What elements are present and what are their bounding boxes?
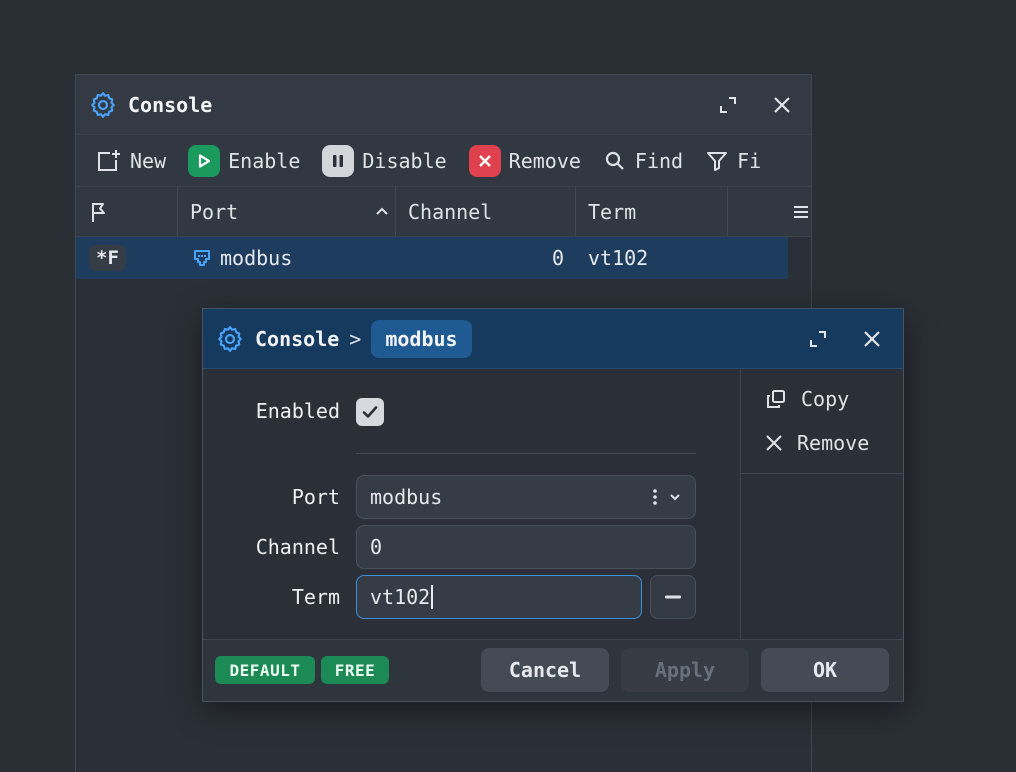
expand-icon — [718, 95, 738, 115]
column-menu-button[interactable] — [728, 187, 811, 236]
table-row[interactable]: *F modbus 0 vt102 — [76, 237, 788, 279]
tag-default: DEFAULT — [215, 656, 315, 684]
term-label: Term — [291, 585, 340, 609]
port-icon — [192, 248, 212, 268]
hamburger-icon — [793, 204, 809, 220]
close-icon — [765, 434, 783, 452]
term-remove-button[interactable] — [650, 575, 696, 619]
enabled-label: Enabled — [255, 399, 340, 423]
play-icon — [188, 144, 221, 177]
term-input-value: vt102 — [370, 585, 431, 609]
side-divider — [741, 473, 903, 474]
form-divider — [356, 453, 696, 454]
column-port-label: Port — [190, 199, 239, 224]
flag-icon — [89, 200, 111, 224]
dialog-close-button[interactable] — [857, 324, 887, 354]
pause-icon — [322, 144, 355, 177]
new-label: New — [130, 148, 167, 173]
find-label: Find — [634, 148, 684, 173]
column-port[interactable]: Port — [178, 187, 396, 236]
column-channel[interactable]: Channel — [396, 187, 576, 236]
copy-icon — [765, 388, 787, 410]
dialog-footer: DEFAULT FREE Cancel Apply OK — [203, 639, 903, 701]
remove-button[interactable]: Remove — [468, 144, 581, 177]
port-select[interactable]: modbus — [356, 475, 696, 519]
breadcrumb-current: modbus — [371, 319, 472, 358]
flag-badge: *F — [89, 245, 126, 271]
row-term-cell: vt102 — [588, 246, 649, 270]
text-caret — [431, 585, 434, 609]
expand-icon — [808, 329, 828, 349]
copy-button[interactable]: Copy — [741, 377, 903, 421]
new-button[interactable]: New — [96, 148, 166, 174]
chevron-down-icon[interactable] — [668, 492, 682, 502]
close-icon — [863, 330, 881, 348]
row-port-cell: modbus — [178, 237, 396, 279]
filter-button[interactable]: Fi — [705, 149, 761, 173]
channel-label: Channel — [255, 535, 340, 559]
column-channel-label: Channel — [408, 199, 493, 224]
console-titlebar: Console — [76, 75, 811, 135]
row-port-value: modbus — [220, 246, 293, 270]
console-toolbar: New Enable Disable Remove Find Fi — [76, 135, 811, 187]
dialog-maximize-button[interactable] — [803, 324, 833, 354]
disable-button[interactable]: Disable — [322, 144, 447, 177]
find-button[interactable]: Find — [603, 149, 683, 173]
enabled-checkbox[interactable] — [356, 398, 384, 426]
port-select-value: modbus — [370, 485, 443, 509]
apply-button[interactable]: Apply — [621, 648, 749, 692]
channel-input[interactable]: 0 — [356, 525, 696, 569]
remove-icon — [468, 144, 501, 177]
maximize-button[interactable] — [713, 90, 743, 120]
check-icon — [360, 402, 380, 422]
filter-icon — [705, 149, 729, 173]
window-title: Console — [128, 92, 213, 117]
filter-label: Fi — [737, 148, 762, 173]
column-term-label: Term — [588, 199, 637, 224]
copy-label: Copy — [801, 387, 850, 411]
more-vertical-icon[interactable] — [652, 488, 658, 506]
enable-label: Enable — [228, 148, 301, 173]
dialog-form: Enabled Port modbus Channel 0 Term vt102 — [203, 369, 741, 641]
search-icon — [603, 149, 627, 173]
enable-button[interactable]: Enable — [188, 144, 301, 177]
console-edit-dialog: Console > modbus Enabled Port modbus Cha… — [202, 308, 904, 702]
column-term[interactable]: Term — [576, 187, 728, 236]
dialog-titlebar: Console > modbus — [203, 309, 903, 369]
gear-icon — [88, 90, 118, 120]
dialog-remove-button[interactable]: Remove — [741, 421, 903, 465]
term-input[interactable]: vt102 — [356, 575, 642, 619]
new-icon — [96, 148, 122, 174]
sort-ascending-icon — [375, 206, 389, 216]
channel-input-value: 0 — [370, 535, 383, 559]
dialog-side-actions: Copy Remove — [741, 369, 903, 641]
disable-label: Disable — [362, 148, 447, 173]
row-channel-cell: 0 — [551, 246, 564, 270]
close-button[interactable] — [767, 90, 797, 120]
row-flag-cell: *F — [76, 237, 178, 279]
tag-free: FREE — [321, 656, 389, 684]
column-flag[interactable] — [76, 187, 178, 236]
remove-label: Remove — [508, 148, 581, 173]
port-label: Port — [291, 485, 340, 509]
table-header: Port Channel Term — [76, 187, 811, 237]
minus-icon — [665, 595, 681, 599]
dialog-remove-label: Remove — [797, 431, 870, 455]
ok-button[interactable]: OK — [761, 648, 889, 692]
dialog-body: Enabled Port modbus Channel 0 Term vt102… — [203, 369, 903, 641]
cancel-button[interactable]: Cancel — [481, 648, 609, 692]
breadcrumb-separator: > — [349, 326, 362, 351]
breadcrumb-root[interactable]: Console — [255, 327, 339, 351]
close-icon — [773, 96, 791, 114]
gear-icon — [215, 324, 245, 354]
